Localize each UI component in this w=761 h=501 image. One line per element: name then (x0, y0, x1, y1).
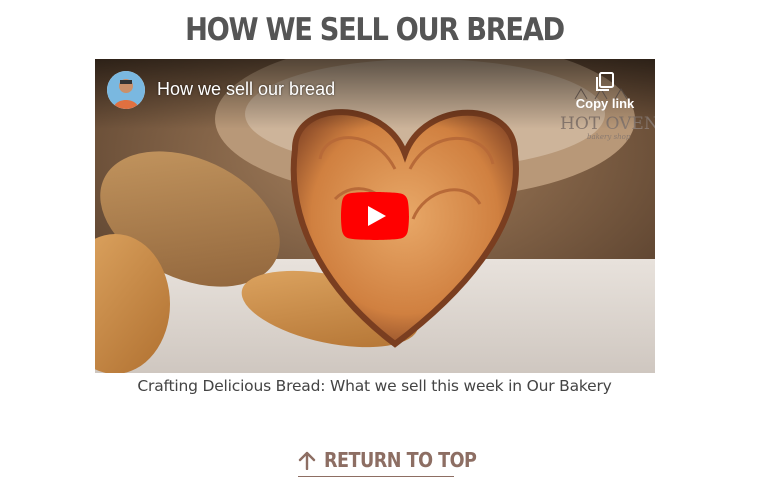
section-heading: HOW WE SELL OUR BREAD (185, 12, 565, 48)
youtube-video-embed[interactable]: HOT OVEN bakery shop How we sell our bre… (95, 59, 655, 373)
copy-link-button[interactable]: Copy link (571, 71, 639, 117)
video-title-link[interactable]: How we sell our bread (157, 79, 335, 100)
avatar-image (107, 71, 145, 109)
return-to-top-link[interactable]: RETURN TO TOP (298, 446, 477, 477)
channel-avatar[interactable] (107, 71, 145, 109)
copy-link-label: Copy link (575, 96, 635, 111)
return-to-top-label: RETURN TO TOP (324, 448, 477, 472)
copy-icon (596, 72, 614, 91)
arrow-up-icon (298, 451, 316, 470)
play-button[interactable] (341, 192, 409, 240)
youtube-play-icon (341, 192, 409, 240)
watermark-sub: bakery shop (587, 133, 631, 141)
video-caption: Crafting Delicious Bread: What we sell t… (137, 377, 612, 395)
